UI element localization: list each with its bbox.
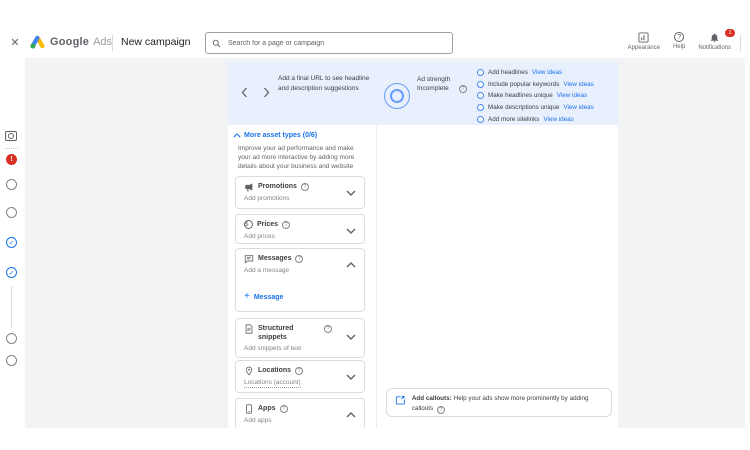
view-ideas-link[interactable]: View ideas (557, 92, 587, 99)
ad-strength-panel: Add a final URL to see headline and desc… (228, 62, 618, 125)
plus-icon: + (244, 291, 250, 302)
ad-preview-icon[interactable] (5, 131, 17, 141)
ad-strength-label: Ad strength Incomplete (417, 75, 453, 93)
campaign-steps-sidebar: ! ✓ ✓ (0, 58, 26, 428)
dollar-circle-icon: $ (244, 220, 253, 229)
asset-card-apps[interactable]: Apps ? Add apps (235, 398, 365, 428)
idea-radio-icon (477, 92, 484, 100)
help-icon[interactable]: ? (459, 85, 467, 93)
help-icon[interactable]: ? (436, 405, 445, 414)
callout-box-icon (395, 395, 405, 405)
smartphone-icon (244, 404, 254, 414)
add-message-button[interactable]: + Message (244, 292, 283, 302)
chevron-down-icon[interactable] (346, 334, 356, 340)
view-ideas-link[interactable]: View ideas (532, 69, 562, 76)
callout-text: Add callouts: Help your ads show more pro… (411, 395, 589, 414)
appearance-button[interactable]: Appearance (628, 32, 660, 51)
strength-ideas-list: Add headlines View ideas Include popular… (477, 67, 594, 125)
ad-strength-status: Incomplete (417, 85, 449, 92)
megaphone-icon (244, 182, 254, 192)
chevron-right-icon[interactable] (259, 86, 273, 100)
asset-types-column: More asset types (0/6) Improve your ad p… (228, 125, 377, 428)
topbar-end-divider (740, 35, 741, 51)
google-ads-logo[interactable]: Google Ads (30, 35, 112, 49)
help-icon[interactable]: ? (282, 221, 291, 229)
asset-card-promotions[interactable]: Promotions ? Add promotions (235, 176, 365, 209)
help-icon[interactable]: ? (324, 325, 332, 333)
chevron-down-icon[interactable] (346, 374, 356, 380)
idea-row: Make headlines unique View ideas (477, 90, 594, 102)
idea-radio-icon (477, 104, 484, 112)
chevron-up-icon (233, 133, 241, 138)
help-icon[interactable]: ? (295, 255, 304, 263)
strength-suggestion-text: Add a final URL to see headline and desc… (278, 75, 370, 92)
search-box[interactable] (205, 32, 453, 54)
step-error-icon[interactable]: ! (6, 154, 17, 165)
asset-card-messages[interactable]: Messages ? Add a message + Message (235, 248, 365, 312)
idea-row: Add more sitelinks View ideas (477, 113, 594, 125)
help-icon[interactable]: ? (279, 405, 288, 413)
google-ads-new-campaign-screen: ✕ Google Ads New campaign Search for a p… (0, 0, 750, 450)
view-ideas-link[interactable]: View ideas (563, 81, 593, 88)
step-complete-icon[interactable]: ✓ (6, 267, 17, 278)
idea-row: Add headlines View ideas (477, 67, 594, 79)
step-complete-icon[interactable]: ✓ (6, 237, 17, 248)
sidebar-dotted-divider (5, 148, 18, 149)
chevron-left-icon[interactable] (237, 86, 251, 100)
add-callouts-banner: Add callouts: Help your ads show more pro… (386, 388, 612, 417)
bell-icon (710, 33, 719, 43)
help-icon[interactable]: ? (300, 183, 309, 191)
help-icon[interactable]: ? (295, 367, 304, 375)
view-ideas-link[interactable]: View ideas (543, 116, 573, 123)
close-icon[interactable]: ✕ (8, 36, 22, 50)
asset-types-description: Improve your ad performance and make you… (238, 145, 355, 170)
idea-radio-icon (477, 69, 484, 77)
search-icon (212, 39, 221, 47)
chevron-down-icon[interactable] (346, 190, 356, 196)
map-pin-icon (244, 366, 254, 376)
asset-card-structured-snippets[interactable]: Structured snippets ? Add snippets of te… (235, 318, 365, 358)
asset-card-prices[interactable]: $ Prices ? Add prices (235, 214, 365, 244)
appearance-icon (638, 32, 649, 43)
chat-bubble-icon (244, 254, 254, 264)
chevron-up-icon[interactable] (346, 262, 356, 268)
asset-types-panel: More asset types (0/6) Improve your ad p… (228, 125, 618, 428)
idea-radio-icon (477, 80, 484, 88)
notifications-button[interactable]: 1 Notifications (698, 29, 735, 51)
help-button[interactable]: ? Help (673, 32, 685, 51)
idea-radio-icon (477, 115, 484, 123)
step-connector-line (11, 286, 12, 328)
topbar-actions: Appearance ? Help 1 Notifications (628, 29, 735, 51)
more-asset-types-toggle[interactable]: More asset types (0/6) (233, 132, 317, 139)
ad-strength-gauge-icon (384, 83, 410, 109)
topbar-divider (112, 35, 113, 51)
brand-suffix: Ads (93, 36, 113, 48)
app-bar: ✕ Google Ads New campaign Search for a p… (0, 28, 745, 58)
help-icon: ? (674, 32, 685, 42)
idea-row: Include popular keywords View ideas (477, 79, 594, 91)
asset-card-locations[interactable]: Locations ? Locations (account) (235, 360, 365, 393)
google-ads-triangle-icon (30, 35, 45, 49)
document-icon (244, 324, 254, 334)
search-input[interactable] (226, 38, 446, 48)
step-circle-icon[interactable] (6, 355, 17, 366)
notification-badge: 1 (725, 29, 735, 37)
step-circle-icon[interactable] (6, 333, 17, 344)
page-title: New campaign (121, 36, 191, 48)
brand-name: Google (50, 36, 90, 48)
chevron-down-icon[interactable] (346, 228, 356, 234)
chevron-up-icon[interactable] (346, 412, 356, 418)
step-circle-icon[interactable] (6, 207, 17, 218)
step-circle-icon[interactable] (6, 179, 17, 190)
view-ideas-link[interactable]: View ideas (563, 104, 593, 111)
idea-row: Make descriptions unique View ideas (477, 102, 594, 114)
